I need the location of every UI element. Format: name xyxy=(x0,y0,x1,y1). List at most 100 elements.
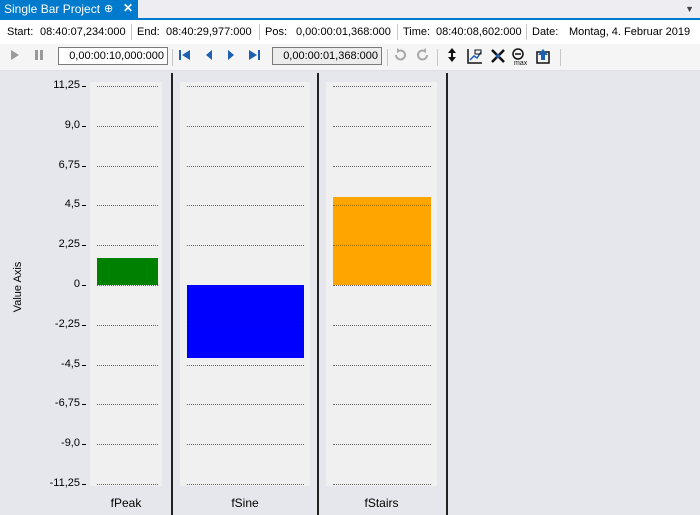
gridline xyxy=(187,245,304,246)
y-tick-mark xyxy=(82,245,86,246)
crosshair-icon[interactable] xyxy=(489,48,507,66)
up-down-arrows-icon[interactable] xyxy=(443,48,461,66)
pin-icon[interactable]: ⊕ xyxy=(104,2,113,15)
gridline xyxy=(97,285,158,286)
gridline xyxy=(97,166,158,167)
bar-fSine[interactable] xyxy=(187,285,304,358)
export-icon[interactable] xyxy=(534,48,552,66)
time-value: 08:40:08,602:000 xyxy=(436,26,522,38)
gridline xyxy=(187,205,304,206)
category-label: fStairs xyxy=(364,496,399,510)
axis-edit-icon[interactable] xyxy=(466,48,484,66)
series-panel-fSine[interactable] xyxy=(180,82,310,486)
toolbar-separator xyxy=(560,49,561,66)
info-separator xyxy=(259,24,260,40)
gridline xyxy=(333,404,431,405)
y-tick-mark xyxy=(82,285,86,286)
gridline xyxy=(97,126,158,127)
y-tick-label: 0 xyxy=(73,278,80,290)
y-tick-label: 6,75 xyxy=(58,158,80,171)
info-separator xyxy=(131,24,132,40)
tab-title: Single Bar Project xyxy=(4,2,101,16)
redo-icon[interactable] xyxy=(414,48,432,66)
gridline xyxy=(97,365,158,366)
end-value: 08:40:29,977:000 xyxy=(166,26,252,38)
zoom-max-label: max xyxy=(514,60,528,66)
category-label: fSine xyxy=(231,496,259,510)
step-back-icon[interactable] xyxy=(200,48,218,66)
y-tick-label: 4,5 xyxy=(64,198,80,211)
end-label: End: xyxy=(137,26,160,38)
undo-icon[interactable] xyxy=(391,48,409,66)
document-tab-strip: Single Bar Project ⊕ ✕ ▼ xyxy=(0,0,700,20)
toolbar-separator xyxy=(172,49,173,66)
tab-menu-chevron-icon[interactable]: ▼ xyxy=(685,4,694,14)
y-tick-label: -9,0 xyxy=(61,437,80,450)
gridline xyxy=(97,245,158,246)
y-tick-label: 11,25 xyxy=(53,79,80,91)
y-tick-mark xyxy=(82,86,86,87)
bar-fPeak[interactable] xyxy=(97,257,158,285)
info-separator xyxy=(397,24,398,40)
gridline xyxy=(187,365,304,366)
bar-fStairs[interactable] xyxy=(333,197,431,285)
info-separator xyxy=(526,24,527,40)
gridline xyxy=(333,365,431,366)
gridline-over-bar xyxy=(333,205,431,206)
time-label: Time: xyxy=(403,26,431,38)
gridline xyxy=(97,205,158,206)
pos-label: Pos: xyxy=(265,26,288,38)
y-tick-mark xyxy=(82,365,86,366)
gridline xyxy=(97,86,158,87)
y-tick-mark xyxy=(82,484,86,485)
gridline xyxy=(333,444,431,445)
y-tick-label: -6,75 xyxy=(54,397,80,410)
close-icon[interactable]: ✕ xyxy=(123,1,133,15)
y-tick-mark xyxy=(82,205,86,206)
zoom-max-icon[interactable]: max xyxy=(511,48,529,67)
panel-divider xyxy=(446,73,448,515)
skip-first-icon[interactable] xyxy=(176,48,194,66)
gridline xyxy=(333,484,431,485)
gridline xyxy=(97,444,158,445)
y-tick-label: -4,5 xyxy=(61,357,80,370)
gridline xyxy=(187,404,304,405)
gridline xyxy=(333,86,431,87)
panel-divider xyxy=(317,73,319,515)
category-label: fPeak xyxy=(110,496,142,510)
toolbar-separator xyxy=(387,49,388,66)
start-value: 08:40:07,234:000 xyxy=(40,26,126,38)
toolbar: 0,00:00:10,000:000 0,00:00:01,368:000 ma… xyxy=(0,44,700,71)
gridline xyxy=(187,484,304,485)
time-span-input[interactable]: 0,00:00:10,000:000 xyxy=(58,47,168,65)
date-value: Montag, 4. Februar 2019 xyxy=(569,26,691,38)
position-input[interactable]: 0,00:00:01,368:000 xyxy=(272,47,382,65)
skip-last-icon[interactable] xyxy=(245,48,263,66)
pause-icon[interactable] xyxy=(30,48,48,66)
y-tick-mark xyxy=(82,444,86,445)
step-forward-icon[interactable] xyxy=(222,48,240,66)
y-tick-mark xyxy=(82,404,86,405)
gridline xyxy=(333,166,431,167)
gridline xyxy=(187,444,304,445)
toolbar-separator xyxy=(437,49,438,66)
date-label: Date: xyxy=(532,26,559,38)
panel-divider xyxy=(171,73,173,515)
gridline xyxy=(97,404,158,405)
tab-single-bar-project[interactable]: Single Bar Project ⊕ ✕ xyxy=(0,0,138,19)
y-tick-mark xyxy=(82,325,86,326)
gridline xyxy=(333,285,431,286)
gridline xyxy=(187,86,304,87)
gridline xyxy=(187,126,304,127)
gridline xyxy=(333,126,431,127)
y-tick-mark xyxy=(82,126,86,127)
gridline xyxy=(187,166,304,167)
y-tick-label: 9,0 xyxy=(64,118,80,131)
gridline xyxy=(97,325,158,326)
y-tick-label: -11,25 xyxy=(49,477,80,489)
play-icon[interactable] xyxy=(6,48,24,66)
gridline-over-bar xyxy=(187,325,304,326)
y-tick-mark xyxy=(82,166,86,167)
y-tick-label: 2,25 xyxy=(58,238,80,251)
gridline xyxy=(333,325,431,326)
